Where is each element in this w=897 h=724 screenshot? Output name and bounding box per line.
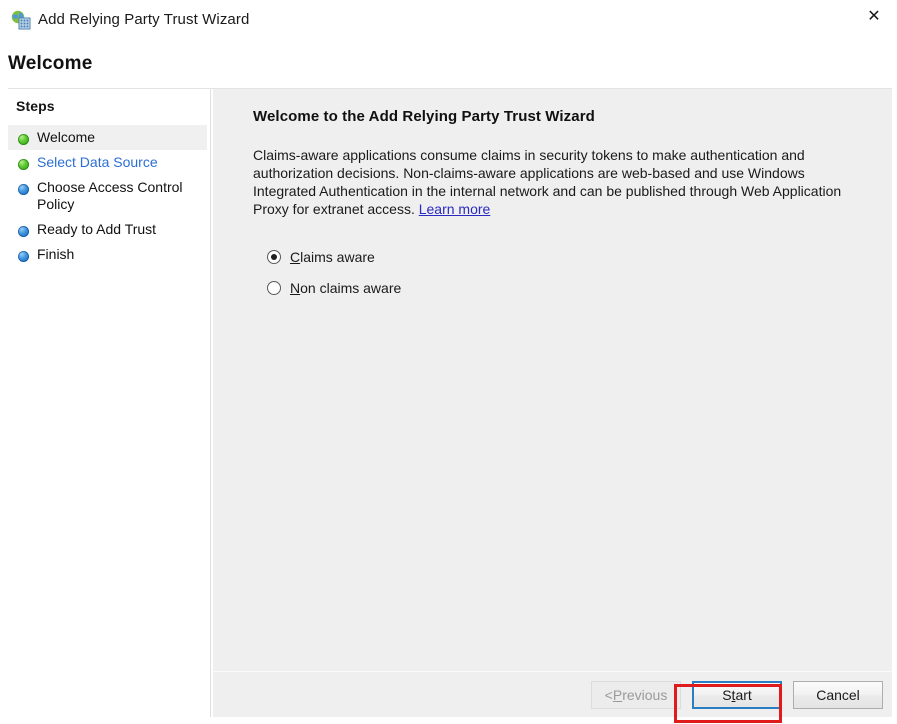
accelerator-char: N <box>290 280 300 296</box>
content-description: Claims-aware applications consume claims… <box>253 146 845 218</box>
steps-sidebar: Steps Welcome Select Data Source Choose … <box>8 89 211 717</box>
step-bullet-icon <box>18 134 29 145</box>
learn-more-link[interactable]: Learn more <box>419 201 491 217</box>
close-glyph: ✕ <box>867 8 880 24</box>
sidebar-item-label: Select Data Source <box>37 154 158 171</box>
page-title: Welcome <box>8 53 92 75</box>
sidebar-item-label: Ready to Add Trust <box>37 221 156 238</box>
step-bullet-icon <box>18 184 29 195</box>
sidebar-item-select-data-source[interactable]: Select Data Source <box>8 150 207 175</box>
relying-party-trust-icon <box>11 10 31 30</box>
label-rest: art <box>735 687 751 703</box>
claims-awareness-radio-group: Claims aware Non claims aware <box>267 244 866 301</box>
content-heading: Welcome to the Add Relying Party Trust W… <box>253 108 866 125</box>
wizard-body: Steps Welcome Select Data Source Choose … <box>8 88 892 716</box>
label-rest: revious <box>622 687 667 703</box>
content-description-text: Claims-aware applications consume claims… <box>253 147 841 217</box>
wizard-footer: < Previous Start Cancel <box>213 671 892 717</box>
start-prefix: S <box>722 687 731 703</box>
sidebar-item-welcome[interactable]: Welcome <box>8 125 207 150</box>
sidebar-item-choose-access-control-policy[interactable]: Choose Access Control Policy <box>8 175 207 217</box>
previous-prefix: < <box>605 687 613 703</box>
cancel-button[interactable]: Cancel <box>793 681 883 709</box>
radio-unselected-icon <box>267 281 281 295</box>
step-bullet-icon <box>18 251 29 262</box>
previous-button[interactable]: < Previous <box>591 681 681 709</box>
steps-list: Welcome Select Data Source Choose Access… <box>8 125 207 267</box>
title-bar: Add Relying Party Trust Wizard ✕ <box>0 0 897 40</box>
label-rest: laims aware <box>300 249 375 265</box>
radio-non-claims-aware-label: Non claims aware <box>290 280 401 296</box>
label-rest: on claims aware <box>300 280 401 296</box>
radio-claims-aware-label: Claims aware <box>290 249 375 265</box>
window-title: Add Relying Party Trust Wizard <box>38 10 249 30</box>
radio-selected-icon <box>267 250 281 264</box>
sidebar-item-label: Finish <box>37 246 74 263</box>
radio-non-claims-aware[interactable]: Non claims aware <box>267 275 866 301</box>
step-bullet-icon <box>18 226 29 237</box>
close-icon[interactable]: ✕ <box>851 0 897 32</box>
content-inner: Welcome to the Add Relying Party Trust W… <box>213 89 892 671</box>
radio-claims-aware[interactable]: Claims aware <box>267 244 866 270</box>
accelerator-char: C <box>290 249 300 265</box>
steps-header: Steps <box>16 98 55 114</box>
step-bullet-icon <box>18 159 29 170</box>
accelerator-char: P <box>613 687 622 703</box>
content-panel: Welcome to the Add Relying Party Trust W… <box>212 89 892 717</box>
sidebar-item-label: Welcome <box>37 129 95 146</box>
start-button[interactable]: Start <box>692 681 782 709</box>
sidebar-item-label: Choose Access Control Policy <box>37 179 197 213</box>
sidebar-item-ready-to-add-trust[interactable]: Ready to Add Trust <box>8 217 207 242</box>
cancel-label: Cancel <box>816 687 860 703</box>
sidebar-item-finish[interactable]: Finish <box>8 242 207 267</box>
